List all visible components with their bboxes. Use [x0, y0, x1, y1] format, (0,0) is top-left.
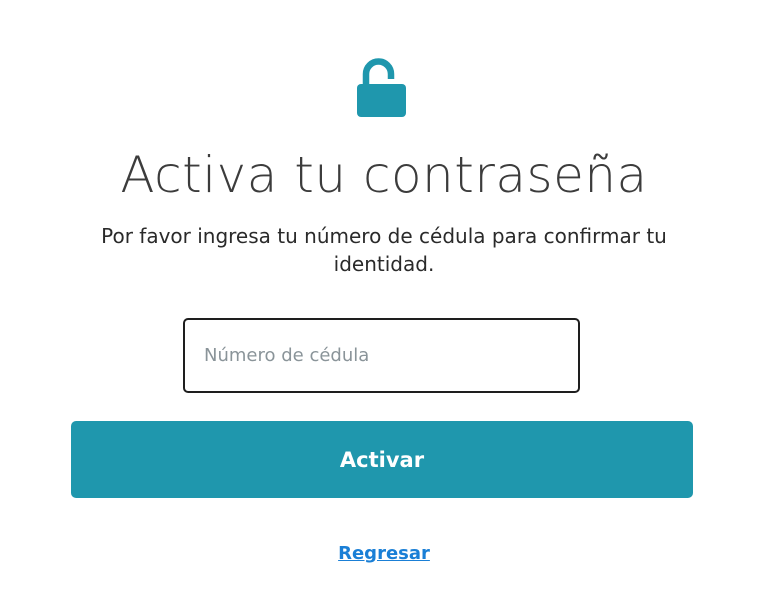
unlocked-padlock-icon [354, 56, 410, 118]
id-number-input[interactable] [183, 318, 580, 393]
back-link[interactable]: Regresar [338, 543, 430, 564]
instructions-text: Por favor ingresa tu número de cédula pa… [101, 224, 667, 276]
back-link-container: Regresar [0, 542, 768, 566]
page-title: Activa tu contraseña [120, 146, 648, 204]
activate-button[interactable]: Activar [71, 421, 693, 498]
